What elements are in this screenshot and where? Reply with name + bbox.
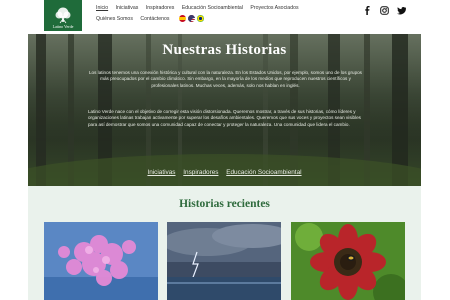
nav-item-quienes-somos[interactable]: Quiénes Somos bbox=[96, 14, 133, 25]
nav-item-inicio[interactable]: Inicio bbox=[96, 3, 108, 14]
nav-item-iniciativas[interactable]: Iniciativas bbox=[116, 3, 139, 14]
logo[interactable]: Latino Verde bbox=[44, 0, 82, 31]
hero-links: Iniciativas Inspiradores Educación Socio… bbox=[28, 169, 421, 176]
logo-text: Latino Verde bbox=[52, 24, 74, 29]
nav-item-inspiradores[interactable]: Inspiradores bbox=[146, 3, 175, 14]
brazil-flag-icon[interactable] bbox=[196, 15, 204, 23]
nav-item-educacion-socioambiental[interactable]: Educación Socioambiental bbox=[182, 3, 243, 14]
hero-intro-paragraph: Los latinos tenemos una conexión históri… bbox=[89, 70, 362, 88]
nav-item-proyectos-asociados[interactable]: Proyectos Asociados bbox=[250, 3, 298, 14]
hero-mission-paragraph: Latino Verde nace con el objetivo de cor… bbox=[88, 109, 361, 127]
tree-logo-icon bbox=[55, 7, 71, 24]
usa-flag-icon[interactable] bbox=[187, 15, 195, 23]
twitter-icon[interactable] bbox=[397, 6, 406, 15]
social-links bbox=[363, 6, 406, 15]
nav-item-contactenos[interactable]: Contáctenos bbox=[140, 14, 169, 25]
page-title: Nuestras Historias bbox=[162, 42, 287, 58]
section-title: Historias recientes bbox=[179, 198, 270, 210]
lightning-storm-image bbox=[167, 222, 281, 300]
hero-banner: Nuestras Historias Los latinos tenemos u… bbox=[28, 34, 421, 186]
instagram-icon[interactable] bbox=[380, 6, 389, 15]
story-card-coral[interactable] bbox=[44, 222, 158, 300]
story-card-storm[interactable] bbox=[167, 222, 281, 300]
hero-link-inspiradores[interactable]: Inspiradores bbox=[183, 169, 218, 176]
sunflower-bee-image bbox=[291, 222, 405, 300]
main-nav: Inicio Iniciativas Inspiradores Educació… bbox=[96, 3, 346, 25]
facebook-icon[interactable] bbox=[363, 6, 372, 15]
site-header: Latino Verde Inicio Iniciativas Inspirad… bbox=[0, 0, 450, 34]
spain-flag-icon[interactable] bbox=[178, 15, 186, 23]
hero-link-educacion-socioambiental[interactable]: Educación Socioambiental bbox=[226, 169, 301, 176]
language-flags bbox=[178, 15, 204, 23]
hero-link-iniciativas[interactable]: Iniciativas bbox=[147, 169, 175, 176]
coral-image bbox=[44, 222, 158, 300]
recent-stories-section: Historias recientes bbox=[28, 186, 421, 300]
story-card-sunflower[interactable] bbox=[291, 222, 405, 300]
